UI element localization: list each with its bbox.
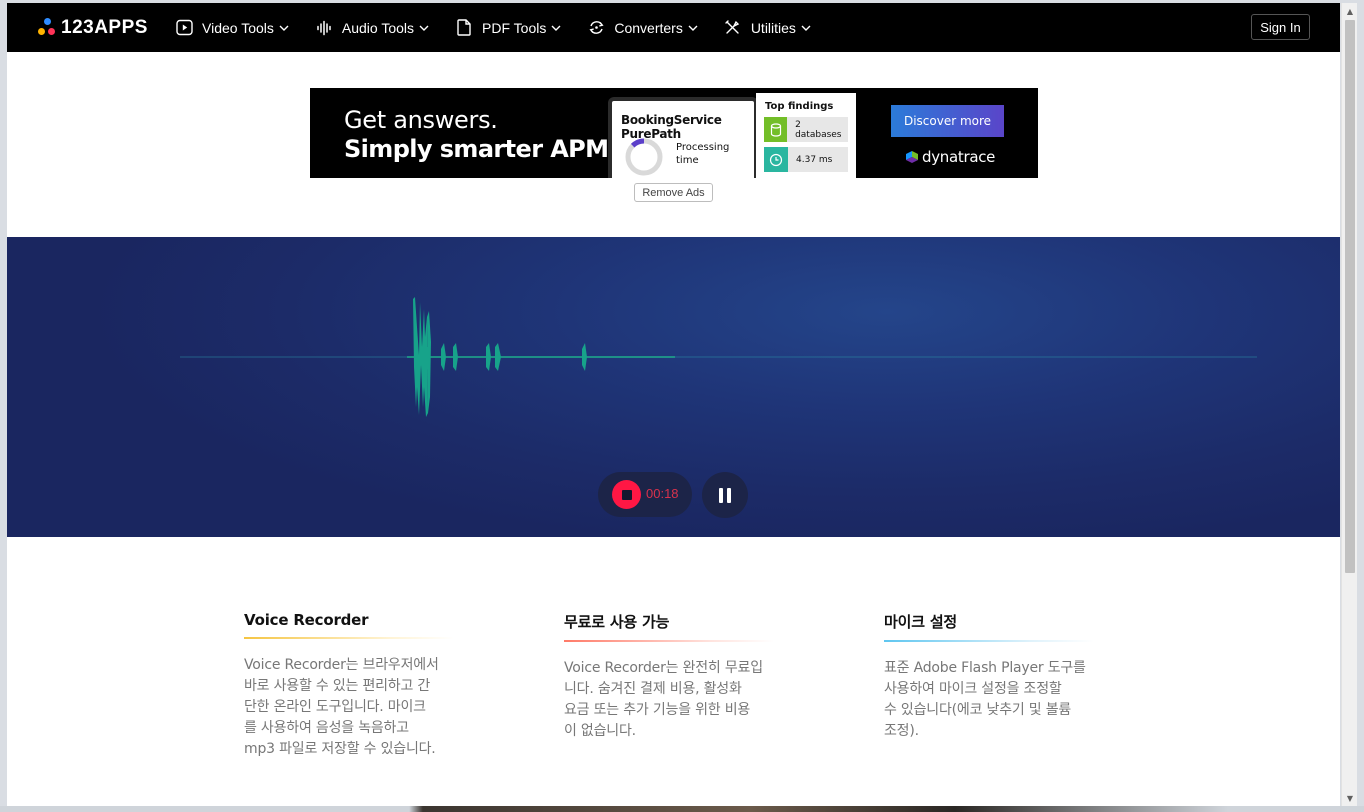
ad-brand-logo: dynatrace <box>904 147 995 167</box>
ad-findings-panel: Top findings 2 databases 4.37 ms <box>756 93 856 178</box>
tools-icon <box>724 19 742 37</box>
feature-divider <box>564 640 774 642</box>
feature-title: 마이크 설정 <box>884 613 958 631</box>
main-nav: Video Tools Audio Tools PDF Tools Conver… <box>175 3 837 52</box>
remove-ads-button[interactable]: Remove Ads <box>634 183 713 202</box>
logo-text: 123APPS <box>61 17 148 38</box>
ad-processing-label: Processing time <box>676 142 730 166</box>
sign-in-button[interactable]: Sign In <box>1251 14 1310 40</box>
feature-title: Voice Recorder <box>244 611 369 629</box>
feature-title: 무료로 사용 가능 <box>564 613 670 631</box>
ad-subheadline: Simply smarter APM. <box>344 135 618 163</box>
chevron-down-icon <box>801 23 811 33</box>
scroll-up-arrow-icon[interactable]: ▲ <box>1342 3 1358 19</box>
scrollbar-thumb[interactable] <box>1345 20 1355 573</box>
nav-label: Audio Tools <box>341 19 415 36</box>
nav-converters[interactable]: Converters <box>587 3 698 52</box>
ad-headline: Get answers. <box>344 106 498 134</box>
stop-recording-control: 00:18 <box>598 472 692 517</box>
ad-finding-row: 2 databases <box>764 117 848 142</box>
feature-description: Voice Recorder는 완전히 무료입 니다. 숨겨진 결제 비용, 활… <box>564 660 763 739</box>
nav-label: PDF Tools <box>482 19 547 36</box>
browser-window: 123APPS Video Tools Audio Tools PDF Tool… <box>0 0 1364 812</box>
feature-description: Voice Recorder는 브라우저에서 바로 사용할 수 있는 편리하고 … <box>244 657 439 757</box>
stop-icon <box>621 489 632 500</box>
audio-wave-icon <box>315 19 333 37</box>
ad-findings-title: Top findings <box>765 101 834 112</box>
logo-icon <box>37 18 57 38</box>
ad-discover-more-button[interactable]: Discover more <box>891 105 1004 137</box>
nav-label: Converters <box>614 19 683 36</box>
nav-label: Utilities <box>750 19 796 36</box>
desktop-background <box>0 806 1364 812</box>
scroll-down-arrow-icon[interactable]: ▼ <box>1342 790 1358 806</box>
feature-free-to-use: 무료로 사용 가능 Voice Recorder는 완전히 무료입 니다. 숨겨… <box>564 611 784 742</box>
document-icon <box>455 19 473 37</box>
advertisement-banner[interactable]: Get answers. Simply smarter APM. Booking… <box>310 88 1038 178</box>
pause-icon <box>719 487 731 503</box>
stop-button[interactable] <box>612 480 641 509</box>
ring-chart-icon <box>625 138 663 176</box>
recording-timer: 00:18 <box>646 486 679 501</box>
database-icon <box>764 117 788 142</box>
feature-divider <box>244 637 454 639</box>
logo[interactable]: 123APPS <box>37 17 148 39</box>
chevron-down-icon <box>419 23 429 33</box>
nav-utilities[interactable]: Utilities <box>724 3 811 52</box>
play-icon <box>175 19 193 37</box>
nav-audio-tools[interactable]: Audio Tools <box>315 3 429 52</box>
nav-label: Video Tools <box>202 19 274 36</box>
page-viewport: 123APPS Video Tools Audio Tools PDF Tool… <box>7 3 1340 806</box>
feature-voice-recorder: Voice Recorder Voice Recorder는 브라우저에서 바로… <box>244 611 464 760</box>
chevron-down-icon <box>551 23 561 33</box>
nav-video-tools[interactable]: Video Tools <box>175 3 289 52</box>
chevron-down-icon <box>279 23 289 33</box>
clock-icon <box>764 147 788 172</box>
ad-purepath-card: BookingService PurePath Processing time <box>608 97 758 178</box>
convert-icon <box>587 19 605 37</box>
dynatrace-logo-icon <box>906 151 918 163</box>
top-navigation-bar: 123APPS Video Tools Audio Tools PDF Tool… <box>7 3 1340 52</box>
nav-pdf-tools[interactable]: PDF Tools <box>455 3 561 52</box>
ad-finding-row: 4.37 ms <box>764 147 848 172</box>
feature-description: 표준 Adobe Flash Player 도구를 사용하여 마이크 설정을 조… <box>884 660 1086 739</box>
feature-divider <box>884 640 1094 642</box>
chevron-down-icon <box>688 23 698 33</box>
feature-microphone-settings: 마이크 설정 표준 Adobe Flash Player 도구를 사용하여 마이… <box>884 611 1104 742</box>
pause-button[interactable] <box>702 472 748 518</box>
vertical-scrollbar[interactable]: ▲ ▼ <box>1341 3 1357 806</box>
voice-recorder-panel: 00:18 <box>7 237 1340 537</box>
